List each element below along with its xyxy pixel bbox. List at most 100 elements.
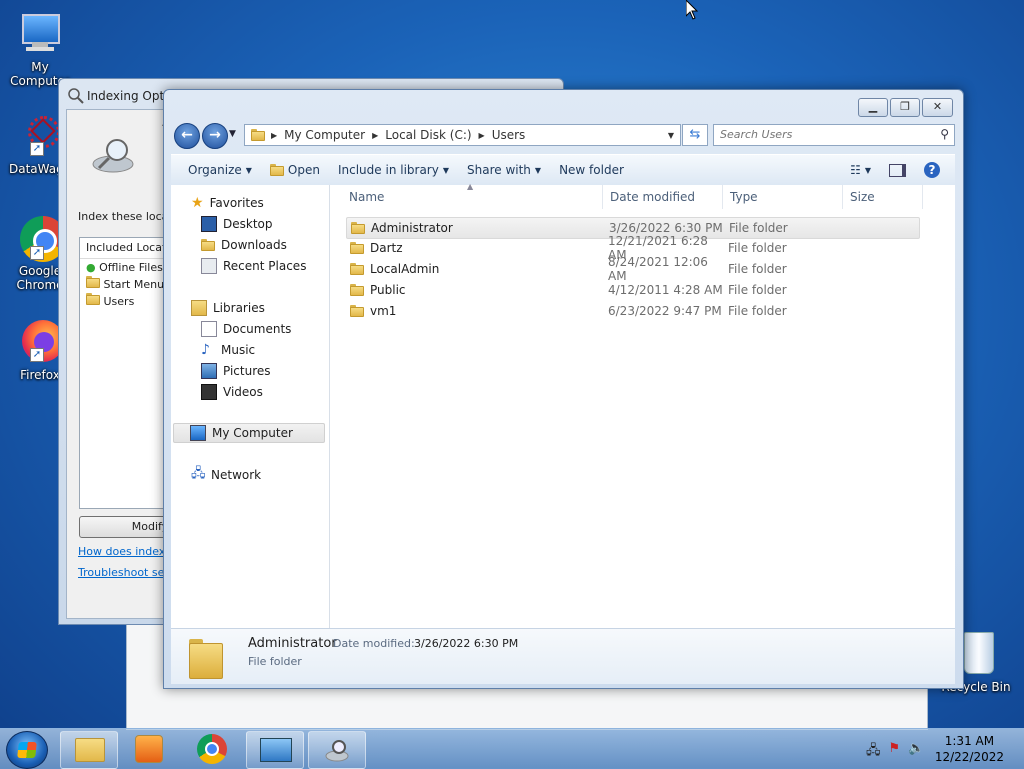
help-icon: ? — [924, 162, 940, 178]
file-list[interactable]: ▲ Name Date modified Type Size Administr… — [330, 182, 955, 628]
file-date: 3/26/2022 6:30 PM — [609, 221, 723, 235]
column-header-date[interactable]: Date modified — [603, 185, 723, 209]
share-with-button[interactable]: Share with ▼ — [458, 163, 550, 177]
system-tray: 🖧 ⚑ 🔈 — [866, 741, 924, 763]
search-input[interactable] — [714, 125, 936, 143]
chevron-down-icon: ▼ — [245, 165, 252, 175]
nav-downloads[interactable]: Downloads — [201, 235, 287, 255]
nav-videos[interactable]: Videos — [201, 382, 263, 402]
nav-music[interactable]: ♪ Music — [201, 340, 255, 360]
explorer-window[interactable]: ▁ ❐ ✕ ← → ▼ ▶ My Computer ▶ Local Disk (… — [163, 89, 964, 689]
taskbar-chrome[interactable] — [197, 734, 227, 764]
search-box[interactable]: ⚲ — [713, 124, 955, 146]
file-type: File folder — [728, 262, 787, 276]
close-button[interactable]: ✕ — [922, 98, 953, 117]
documents-icon — [201, 321, 217, 337]
address-dropdown-icon[interactable]: ▼ — [668, 131, 674, 140]
taskbar-indexing-options[interactable] — [308, 731, 366, 769]
taskbar-control-panel[interactable] — [246, 731, 304, 769]
nav-favorites[interactable]: ★ Favorites — [191, 193, 264, 213]
nav-documents[interactable]: Documents — [201, 319, 291, 339]
file-type: File folder — [729, 221, 788, 235]
indexing-icon — [68, 88, 84, 107]
action-center-icon[interactable]: ⚑ — [889, 741, 901, 763]
preview-pane-icon — [889, 163, 906, 177]
network-tray-icon[interactable]: 🖧 — [866, 741, 881, 763]
file-row[interactable]: Public 4/12/2011 4:28 AM File folder — [346, 280, 918, 300]
large-folder-icon — [189, 637, 225, 679]
organize-button[interactable]: Organize ▼ — [179, 163, 261, 177]
change-view-button[interactable]: ☷ ▼ — [841, 163, 880, 177]
start-button[interactable] — [6, 731, 48, 769]
chrome-icon — [197, 734, 227, 764]
locked-folder-icon — [350, 305, 364, 317]
preview-pane-button[interactable] — [880, 163, 915, 177]
folder-icon — [86, 293, 100, 305]
details-pane: Administrator Date modified: 3/26/2022 6… — [171, 628, 955, 684]
minimize-button[interactable]: ▁ — [858, 98, 888, 117]
nav-libraries[interactable]: Libraries — [191, 298, 265, 318]
troubleshoot-link[interactable]: Troubleshoot sear — [78, 566, 176, 579]
libraries-icon — [191, 300, 207, 316]
folder-icon — [350, 263, 364, 275]
computer-icon — [190, 425, 206, 441]
help-button[interactable]: ? — [915, 162, 949, 178]
folder-icon — [251, 129, 265, 141]
column-header-size[interactable]: Size — [843, 185, 923, 209]
clock[interactable]: 1:31 AM 12/22/2022 — [935, 733, 1004, 765]
recent-places-icon — [201, 258, 217, 274]
details-name: Administrator — [248, 636, 337, 651]
include-in-library-button[interactable]: Include in library ▼ — [329, 163, 458, 177]
nav-pictures[interactable]: Pictures — [201, 361, 271, 381]
navigation-pane[interactable]: ★ Favorites Desktop Downloads Recent Plac… — [171, 185, 330, 628]
refresh-button[interactable]: ⇆ — [682, 124, 708, 146]
offline-files-icon: ● — [86, 261, 96, 274]
nav-recent-places[interactable]: Recent Places — [201, 256, 306, 276]
file-type: File folder — [728, 283, 787, 297]
downloads-icon — [201, 239, 215, 251]
address-bar[interactable]: ▶ My Computer ▶ Local Disk (C:) ▶ Users … — [244, 124, 681, 146]
open-button[interactable]: Open — [261, 163, 329, 177]
taskbar-media-player[interactable] — [135, 735, 163, 763]
taskbar-explorer[interactable] — [60, 731, 118, 769]
nav-network[interactable]: 🖧 Network — [191, 465, 261, 485]
search-icon[interactable]: ⚲ — [940, 127, 949, 141]
volume-icon[interactable]: 🔈 — [908, 741, 924, 763]
back-button[interactable]: ← — [174, 123, 200, 149]
caption-buttons: ▁ ❐ ✕ — [858, 98, 953, 117]
chevron-right-icon[interactable]: ▶ — [477, 131, 487, 140]
file-name: Public — [370, 283, 406, 297]
column-header-type[interactable]: Type — [723, 185, 843, 209]
clock-date: 12/22/2022 — [934, 750, 1004, 764]
breadcrumb-segment[interactable]: My Computer — [279, 128, 370, 142]
chevron-down-icon: ▼ — [864, 165, 871, 175]
videos-icon — [201, 384, 217, 400]
forward-button[interactable]: → — [202, 123, 228, 149]
indexing-icon — [325, 738, 351, 765]
view-icon: ☷ — [850, 163, 861, 177]
file-date: 6/23/2022 9:47 PM — [608, 304, 722, 318]
index-locations-label: Index these locati — [78, 210, 176, 223]
folder-icon — [351, 222, 365, 234]
music-icon: ♪ — [201, 342, 210, 358]
file-name: Dartz — [370, 241, 403, 255]
file-row[interactable]: LocalAdmin 8/24/2021 12:06 AM File folde… — [346, 255, 918, 283]
new-folder-button[interactable]: New folder — [550, 163, 633, 177]
breadcrumb-segment[interactable]: Users — [487, 128, 531, 142]
file-type: File folder — [728, 304, 787, 318]
file-date: 4/12/2011 4:28 AM — [608, 283, 723, 297]
maximize-button[interactable]: ❐ — [890, 98, 920, 117]
recent-pages-dropdown[interactable]: ▼ — [229, 129, 236, 139]
column-header-name[interactable]: Name — [342, 185, 603, 209]
nav-my-computer[interactable]: My Computer — [173, 423, 325, 443]
open-folder-icon — [269, 164, 284, 176]
chevron-right-icon[interactable]: ▶ — [269, 131, 279, 140]
file-row[interactable]: vm1 6/23/2022 9:47 PM File folder — [346, 301, 918, 321]
desktop-icon-my-computer[interactable]: My Computer — [0, 10, 80, 88]
command-bar: Organize ▼ Open Include in library ▼ Share… — [171, 154, 955, 186]
file-name: vm1 — [370, 304, 397, 318]
breadcrumb-segment[interactable]: Local Disk (C:) — [380, 128, 476, 142]
firefox-icon: ➚ — [16, 318, 64, 366]
nav-desktop[interactable]: Desktop — [201, 214, 273, 234]
chevron-right-icon[interactable]: ▶ — [370, 131, 380, 140]
